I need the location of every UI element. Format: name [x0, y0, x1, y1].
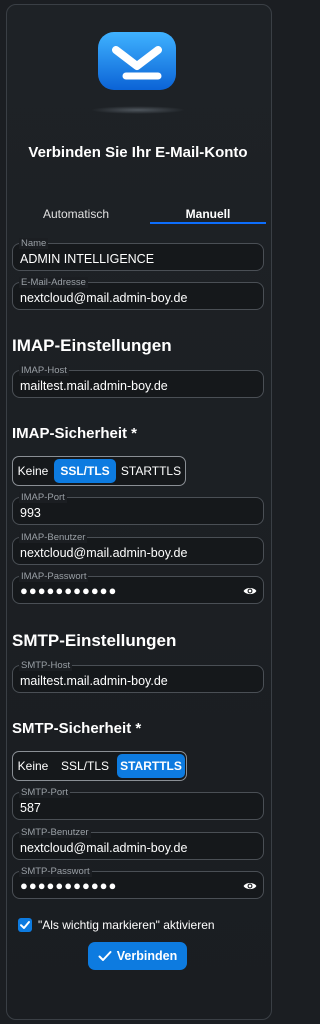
- tab-automatic[interactable]: Automatisch: [12, 204, 140, 224]
- tab-bar: Automatisch Manuell: [12, 204, 266, 224]
- mail-envelope-icon: [96, 30, 178, 110]
- imap-password-value: ●●●●●●●●●●●: [20, 583, 118, 598]
- imap-settings-heading: IMAP-Einstellungen: [12, 336, 172, 355]
- smtp-port-label: SMTP-Port: [19, 787, 70, 798]
- imap-security-starttls[interactable]: STARTTLS: [119, 459, 183, 483]
- smtp-password-label: SMTP-Passwort: [19, 866, 92, 877]
- imap-port-field[interactable]: IMAP-Port 993: [12, 492, 264, 525]
- name-field[interactable]: Name ADMIN INTELLIGENCE: [12, 238, 264, 271]
- check-icon: [20, 921, 30, 929]
- email-field[interactable]: E-Mail-Adresse nextcloud@mail.admin-boy.…: [12, 277, 264, 310]
- smtp-security-heading: SMTP-Sicherheit *: [12, 720, 142, 737]
- smtp-port-value: 587: [20, 801, 41, 815]
- imap-user-value: nextcloud@mail.admin-boy.de: [20, 546, 188, 560]
- imap-password-field[interactable]: IMAP-Passwort ●●●●●●●●●●●: [12, 571, 264, 604]
- connect-button[interactable]: Verbinden: [88, 942, 187, 970]
- imap-host-value: mailtest.mail.admin-boy.de: [20, 379, 168, 393]
- eye-icon[interactable]: [243, 880, 257, 892]
- smtp-host-field[interactable]: SMTP-Host mailtest.mail.admin-boy.de: [12, 660, 264, 693]
- eye-icon[interactable]: [243, 585, 257, 597]
- email-field-label: E-Mail-Adresse: [19, 277, 88, 288]
- important-checkbox[interactable]: [18, 918, 32, 932]
- name-field-value: ADMIN INTELLIGENCE: [20, 252, 155, 266]
- smtp-security-selector: Keine SSL/TLS STARTTLS: [12, 751, 187, 781]
- smtp-user-value: nextcloud@mail.admin-boy.de: [20, 841, 188, 855]
- imap-port-value: 993: [20, 506, 41, 520]
- page-title: Verbinden Sie Ihr E-Mail-Konto: [28, 144, 248, 161]
- smtp-host-label: SMTP-Host: [19, 660, 73, 671]
- smtp-host-value: mailtest.mail.admin-boy.de: [20, 674, 168, 688]
- smtp-user-label: SMTP-Benutzer: [19, 827, 91, 838]
- imap-host-field[interactable]: IMAP-Host mailtest.mail.admin-boy.de: [12, 365, 264, 398]
- connect-button-label: Verbinden: [116, 949, 178, 963]
- name-field-label: Name: [19, 238, 49, 249]
- smtp-password-field[interactable]: SMTP-Passwort ●●●●●●●●●●●: [12, 866, 264, 899]
- smtp-user-field[interactable]: SMTP-Benutzer nextcloud@mail.admin-boy.d…: [12, 827, 264, 860]
- smtp-port-field[interactable]: SMTP-Port 587: [12, 787, 264, 820]
- smtp-security-ssl-tls[interactable]: SSL/TLS: [54, 754, 116, 778]
- check-icon: [98, 951, 112, 961]
- imap-security-ssl-tls[interactable]: SSL/TLS: [54, 459, 116, 483]
- imap-security-heading: IMAP-Sicherheit *: [12, 425, 138, 442]
- imap-security-none[interactable]: Keine: [15, 459, 51, 483]
- imap-port-label: IMAP-Port: [19, 492, 67, 503]
- smtp-password-value: ●●●●●●●●●●●: [20, 878, 118, 893]
- imap-host-label: IMAP-Host: [19, 365, 69, 376]
- imap-security-selector: Keine SSL/TLS STARTTLS: [12, 456, 186, 486]
- smtp-settings-heading: SMTP-Einstellungen: [12, 631, 177, 650]
- smtp-security-none[interactable]: Keine: [15, 754, 51, 778]
- email-field-value: nextcloud@mail.admin-boy.de: [20, 291, 188, 305]
- tab-manual[interactable]: Manuell: [150, 204, 266, 224]
- smtp-security-starttls[interactable]: STARTTLS: [117, 754, 185, 778]
- logo-shadow: [90, 106, 186, 114]
- imap-user-label: IMAP-Benutzer: [19, 532, 88, 543]
- important-checkbox-label: "Als wichtig markieren" aktivieren: [38, 918, 215, 932]
- imap-user-field[interactable]: IMAP-Benutzer nextcloud@mail.admin-boy.d…: [12, 532, 264, 565]
- imap-password-label: IMAP-Passwort: [19, 571, 89, 582]
